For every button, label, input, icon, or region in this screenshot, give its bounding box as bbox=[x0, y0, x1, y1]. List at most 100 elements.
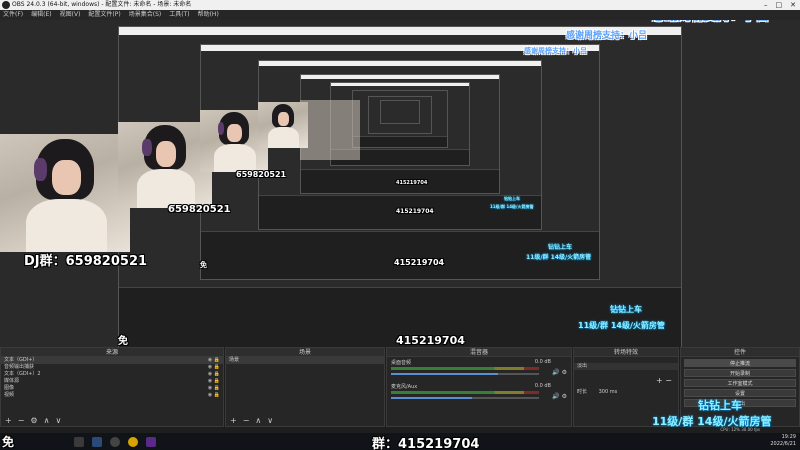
promo-line1: 钻钻上车 bbox=[698, 399, 742, 412]
system-tray: 19:29 2022/6/21 bbox=[770, 434, 796, 448]
source-item[interactable]: 媒体源 ◉ 🔒 bbox=[1, 378, 223, 385]
menu-edit[interactable]: 编辑(E) bbox=[31, 10, 51, 20]
thanks-banner: 感谢周榜支持：小吕 bbox=[652, 20, 769, 24]
sources-toolbar: + − ⚙ ∧ ∨ bbox=[1, 416, 223, 426]
visibility-lock-icon[interactable]: ◉ 🔒 bbox=[208, 364, 220, 371]
remove-icon[interactable]: − bbox=[243, 416, 250, 426]
transitions-title: 转场特效 bbox=[574, 348, 678, 357]
source-item[interactable]: 音频输出捕获 ◉ 🔒 bbox=[1, 364, 223, 371]
app-icon[interactable] bbox=[74, 436, 85, 447]
webcam-feed-nested-1 bbox=[118, 122, 212, 208]
transition-select[interactable]: 淡出 bbox=[574, 363, 678, 370]
visibility-lock-icon[interactable]: ◉ 🔒 bbox=[208, 392, 220, 399]
obs-taskbar-icon[interactable] bbox=[110, 436, 121, 447]
menu-profile[interactable]: 配置文件(P) bbox=[88, 10, 120, 20]
obs-logo-icon bbox=[2, 1, 10, 9]
scenes-title: 场景 bbox=[226, 348, 384, 357]
promo-line1-nested-3: 钻钻上车 bbox=[504, 196, 520, 201]
start-recording-button[interactable]: 开始录制 bbox=[684, 369, 796, 377]
promo-line1-nested-2: 钻钻上车 bbox=[548, 244, 573, 251]
visibility-lock-icon[interactable]: ◉ 🔒 bbox=[208, 385, 220, 392]
webcam-feed-nested-3 bbox=[258, 102, 308, 148]
duration-label: 时长 bbox=[577, 389, 588, 395]
room-background bbox=[300, 100, 360, 160]
visibility-lock-icon[interactable]: ◉ 🔒 bbox=[208, 378, 220, 385]
menu-bar: 文件(F) 编辑(E) 视图(V) 配置文件(P) 场景集合(S) 工具(T) … bbox=[0, 10, 800, 20]
source-item[interactable]: 图像 ◉ 🔒 bbox=[1, 385, 223, 392]
menu-file[interactable]: 文件(F) bbox=[3, 10, 23, 20]
volume-slider[interactable] bbox=[391, 397, 539, 399]
dj-group-number-nested-1: 659820521 bbox=[168, 204, 231, 215]
source-item[interactable]: 视频 ◉ 🔒 bbox=[1, 392, 223, 399]
nested-preview-8 bbox=[380, 100, 420, 124]
menu-help[interactable]: 帮助(H) bbox=[198, 10, 219, 20]
close-icon[interactable]: ✕ bbox=[790, 0, 796, 10]
app-icon[interactable] bbox=[92, 436, 103, 447]
menu-view[interactable]: 视图(V) bbox=[60, 10, 81, 20]
mixer-title: 混音器 bbox=[387, 348, 571, 357]
visibility-lock-icon[interactable]: ◉ 🔒 bbox=[208, 371, 220, 378]
scene-item[interactable]: 场景 bbox=[226, 357, 384, 364]
channel-db: 0.0 dB bbox=[534, 383, 551, 389]
scenes-toolbar: + − ∧ ∨ bbox=[226, 416, 384, 426]
duration-row: 时长 300 ms bbox=[574, 389, 678, 396]
promo-line1-nested-1: 钻钻上车 bbox=[610, 305, 642, 314]
thanks-banner-nested-2: 感谢周榜支持：小吕 bbox=[524, 47, 587, 55]
promo-line2-nested-2: 11级/群 14级/火箭房管 bbox=[526, 254, 592, 261]
qq-group-nested-1: 415219704 bbox=[396, 334, 465, 347]
visibility-lock-icon[interactable]: ◉ 🔒 bbox=[208, 357, 220, 364]
move-up-icon[interactable]: ∧ bbox=[255, 416, 261, 426]
preview-canvas[interactable]: DJ群：659820521 659820521 659820521 感谢周榜支持… bbox=[0, 20, 800, 347]
volume-slider[interactable] bbox=[391, 373, 539, 375]
promo-line2-nested-3: 11级/群 14级/火箭房管 bbox=[490, 204, 534, 209]
minimize-icon[interactable]: – bbox=[764, 0, 768, 10]
free-label: 免 bbox=[2, 435, 15, 449]
mixer-panel: 混音器 桌面音频 0.0 dB 🔊 ⚙ 麦克风/Aux 0.0 dB 🔊 ⚙ bbox=[386, 347, 572, 427]
webcam-feed-main bbox=[0, 134, 130, 252]
promo-line2-nested-1: 11级/群 14级/火箭房管 bbox=[578, 321, 665, 330]
remove-icon[interactable]: − bbox=[18, 416, 25, 426]
transition-add-remove[interactable]: + − bbox=[574, 376, 678, 385]
qq-group-label: 群：415219704 bbox=[372, 437, 480, 450]
channel-db: 0.0 dB bbox=[534, 359, 551, 365]
move-down-icon[interactable]: ∨ bbox=[267, 416, 273, 426]
window-controls: – □ ✕ bbox=[764, 0, 796, 10]
dj-group-label: DJ群：659820521 bbox=[24, 254, 148, 269]
mixer-channel-mic: 麦克风/Aux 0.0 dB 🔊 ⚙ bbox=[387, 381, 571, 405]
menu-scene-collection[interactable]: 场景集合(S) bbox=[129, 10, 162, 20]
studio-mode-button[interactable]: 工作室模式 bbox=[684, 379, 796, 387]
speaker-gear-icons[interactable]: 🔊 ⚙ bbox=[552, 369, 567, 376]
app-icon[interactable] bbox=[146, 436, 157, 447]
source-item[interactable]: 文本（GDI+） ◉ 🔒 bbox=[1, 357, 223, 364]
free-label-nested: 免 bbox=[118, 336, 128, 347]
move-down-icon[interactable]: ∨ bbox=[55, 416, 61, 426]
docks-area: 来源 文本（GDI+） ◉ 🔒 音频输出捕获 ◉ 🔒 文本（GDI+）2 ◉ 🔒 媒体… bbox=[0, 347, 800, 428]
menu-tools[interactable]: 工具(T) bbox=[169, 10, 189, 20]
chrome-icon[interactable] bbox=[128, 436, 139, 447]
gear-icon[interactable]: ⚙ bbox=[30, 416, 37, 426]
qq-group-nested-4: 415219704 bbox=[396, 180, 428, 186]
clock-time: 19:29 bbox=[781, 434, 796, 440]
add-icon[interactable]: + bbox=[230, 416, 237, 426]
window-title: OBS 24.0.3 (64-bit, windows) - 配置文件: 未命名… bbox=[12, 1, 192, 8]
window-titlebar: OBS 24.0.3 (64-bit, windows) - 配置文件: 未命名… bbox=[0, 0, 800, 10]
sources-title: 来源 bbox=[1, 348, 223, 357]
source-item[interactable]: 文本（GDI+）2 ◉ 🔒 bbox=[1, 371, 223, 378]
controls-title: 控件 bbox=[681, 348, 799, 357]
settings-button[interactable]: 设置 bbox=[684, 389, 796, 397]
thanks-banner-nested-1: 感谢周榜支持：小吕 bbox=[566, 31, 648, 41]
audio-meter bbox=[391, 391, 539, 394]
mixer-channel-desktop: 桌面音频 0.0 dB 🔊 ⚙ bbox=[387, 357, 571, 381]
qq-group-nested-2: 415219704 bbox=[394, 258, 445, 267]
duration-value[interactable]: 300 ms bbox=[599, 389, 618, 395]
qq-group-nested-3: 415219704 bbox=[396, 208, 434, 215]
sources-panel: 来源 文本（GDI+） ◉ 🔒 音频输出捕获 ◉ 🔒 文本（GDI+）2 ◉ 🔒 媒体… bbox=[0, 347, 224, 427]
maximize-icon[interactable]: □ bbox=[776, 0, 783, 10]
move-up-icon[interactable]: ∧ bbox=[44, 416, 50, 426]
clock-date: 2022/6/21 bbox=[770, 441, 796, 447]
stop-streaming-button[interactable]: 停止推流 bbox=[684, 359, 796, 367]
speaker-gear-icons[interactable]: 🔊 ⚙ bbox=[552, 393, 567, 400]
audio-meter bbox=[391, 367, 539, 370]
free-label-nested-2: 免 bbox=[200, 261, 207, 269]
add-icon[interactable]: + bbox=[5, 416, 12, 426]
